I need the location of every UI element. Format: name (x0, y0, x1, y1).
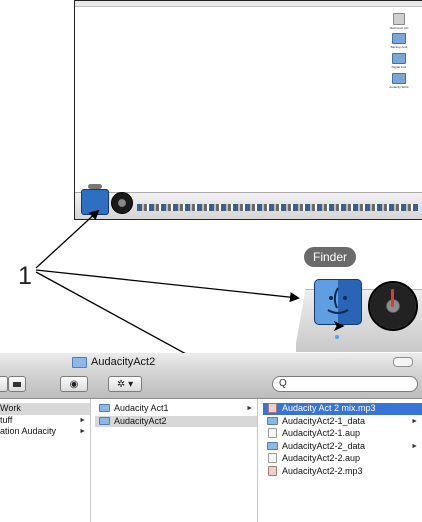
eye-icon: ◉ (69, 378, 79, 390)
arrow-to-desktop-finder (35, 209, 100, 269)
folder-icon (99, 416, 110, 425)
list-item[interactable]: AudacityAct2-2_data ► (263, 441, 422, 453)
toolbar-toggle-button[interactable] (393, 357, 413, 367)
finder-window: AudacityAct2 ◉ ✲ ▾ Q Work tuff ► ation Au… (0, 353, 422, 522)
item-label: ation Audacity (0, 426, 57, 436)
item-label: Work (0, 403, 21, 413)
list-item[interactable]: Audacity Act 2 mix.mp3 (263, 403, 422, 415)
action-menu-button[interactable]: ✲ ▾ (108, 376, 142, 392)
audio-file-icon (268, 465, 277, 476)
document-icon (268, 428, 277, 438)
disclosure-arrow-icon: ► (246, 405, 253, 412)
toolbar: ◉ ✲ ▾ Q (0, 370, 422, 399)
item-label: AudacityAct2-2_data (282, 440, 366, 451)
gear-icon: ✲ ▾ (116, 378, 134, 390)
item-label: Audacity Act 2 mix.mp3 (282, 403, 376, 413)
folder-icon (267, 416, 278, 425)
view-icons-button[interactable] (0, 376, 8, 392)
finder-tooltip: Finder (304, 247, 356, 267)
folder-icon (72, 356, 87, 368)
browser-column-2: Audacity Act1 ► AudacityAct2 (95, 399, 258, 522)
mouse-pointer-icon: ➤ (332, 318, 346, 335)
disclosure-arrow-icon: ► (411, 442, 418, 450)
column-view-icon (13, 381, 21, 387)
search-field[interactable]: Q (272, 376, 418, 392)
item-label: AudacityAct2-2.mp3 (282, 465, 363, 476)
folder-icon (267, 441, 278, 450)
list-item[interactable]: AudacityAct2-2.mp3 (263, 465, 422, 478)
item-label: AudacityAct2-1.aup (282, 428, 361, 438)
list-item[interactable]: AudacityAct2-1_data ► (263, 416, 422, 428)
item-label: tuff (0, 414, 13, 425)
dock-zoom: Finder ➤ (296, 243, 422, 353)
window-title-text: AudacityAct2 (91, 356, 156, 368)
folder-icon (99, 404, 110, 412)
browser-column-3: Audacity Act 2 mix.mp3 AudacityAct2-1_da… (263, 399, 422, 522)
list-item[interactable]: Audacity Act1 ► (95, 403, 257, 415)
title-bar[interactable]: AudacityAct2 (0, 353, 422, 370)
running-indicator (335, 335, 339, 339)
item-label: AudacityAct2-1_data (282, 415, 366, 426)
gauge-needle (391, 289, 394, 307)
disclosure-arrow-icon: ► (79, 416, 86, 424)
disclosure-arrow-icon: ► (79, 428, 86, 435)
dashboard-icon[interactable] (368, 281, 418, 331)
search-icon: Q (279, 378, 287, 389)
list-item[interactable]: AudacityAct2 (95, 415, 257, 427)
item-label: AudacityAct2 (114, 415, 167, 426)
browser-column-1: Work tuff ► ation Audacity ► (0, 399, 91, 522)
audio-file-icon (268, 403, 277, 413)
list-item[interactable]: AudacityAct2-1.aup (263, 428, 422, 440)
disclosure-arrow-icon: ► (411, 417, 418, 425)
view-columns-button[interactable] (8, 376, 26, 392)
list-item[interactable]: ation Audacity ► (0, 426, 90, 438)
window-title: AudacityAct2 (72, 356, 155, 368)
list-item[interactable]: AudacityAct2-2.aup (263, 453, 422, 465)
item-label: AudacityAct2-2.aup (282, 453, 361, 463)
list-item[interactable]: Work (0, 403, 90, 415)
item-label: Audacity Act1 (114, 403, 169, 413)
list-item[interactable]: tuff ► (0, 415, 90, 427)
finder-face-icon (327, 287, 349, 314)
quick-look-button[interactable]: ◉ (60, 376, 88, 392)
document-icon (268, 453, 277, 463)
